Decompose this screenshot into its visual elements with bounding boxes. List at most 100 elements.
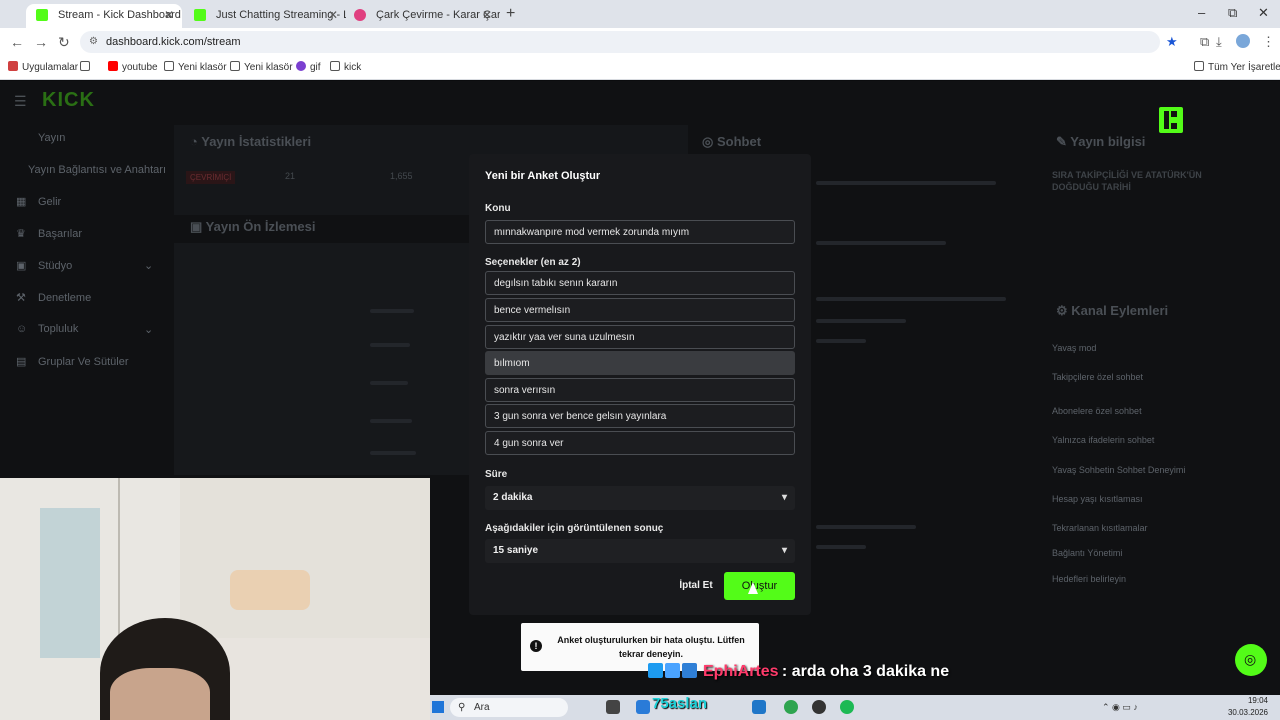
profile-avatar-icon[interactable]	[1236, 34, 1250, 48]
taskbar-search-placeholder: Ara	[474, 702, 490, 713]
follower-count: 1,655	[390, 171, 413, 181]
option-input-6[interactable]	[485, 404, 795, 428]
sidebar-item-yayin[interactable]: Yayın	[16, 132, 65, 144]
option-input-2[interactable]	[485, 298, 795, 322]
reload-icon[interactable]: ↻	[58, 34, 70, 50]
channel-action-item[interactable]: Hesap yaşı kısıtlaması	[1052, 494, 1143, 504]
kick-logo: KICK	[42, 89, 95, 111]
downloads-icon[interactable]: ⤓	[1216, 34, 1222, 50]
new-tab-button[interactable]: +	[506, 4, 515, 24]
bookmark-grid[interactable]	[80, 61, 94, 73]
bookmark-star-icon[interactable]: ★	[1166, 34, 1178, 50]
create-poll-button[interactable]: Oluştur	[724, 572, 795, 600]
chevron-down-icon: ▾	[781, 492, 787, 503]
tray-icons: ⌃ ◉ ▭ ♪	[1102, 702, 1138, 712]
store-icon[interactable]	[752, 700, 766, 714]
tab-kick-dashboard[interactable]: Stream - Kick Dashboard ✕	[26, 4, 182, 28]
sidebar-item-topluluk[interactable]: ☺ Topluluk ⌄	[16, 323, 153, 336]
option-input-7[interactable]	[485, 431, 795, 455]
support-button[interactable]: ◎	[1235, 644, 1267, 676]
option-input-1[interactable]	[485, 271, 795, 295]
channel-action-item[interactable]: Abonelere özel sohbet	[1052, 406, 1142, 416]
close-tab-icon[interactable]: ✕	[328, 4, 338, 26]
chat-message: : arda oha 3 dakika ne	[781, 663, 950, 680]
person-face	[110, 668, 210, 720]
channel-action-item[interactable]: Hedefleri belirleyin	[1052, 574, 1126, 584]
channel-action-item[interactable]: Yalnızca ifadelerin sohbet	[1052, 435, 1154, 445]
bookmark-youtube[interactable]: youtube	[108, 61, 158, 73]
bookmark-kick[interactable]: kick	[330, 61, 361, 73]
channel-action-item[interactable]: Takipçilere özel sohbet	[1052, 372, 1143, 382]
channel-action-item[interactable]: Bağlantı Yönetimi	[1052, 548, 1122, 558]
chat-icon: ◎	[702, 134, 717, 149]
pillow	[230, 570, 310, 610]
back-icon[interactable]: ←	[10, 34, 24, 50]
topic-input[interactable]	[485, 220, 795, 244]
option-input-3[interactable]	[485, 325, 795, 349]
status-badge: ÇEVRİMİÇİ	[186, 171, 236, 184]
sidebar-item-stream-key[interactable]: Yayın Bağlantısı ve Anahtarı	[28, 164, 166, 176]
chrome-icon[interactable]	[784, 700, 798, 714]
windows-start-icon[interactable]	[432, 701, 444, 713]
url-bar[interactable]: ⚙ dashboard.kick.com/stream	[80, 31, 1160, 53]
site-info-icon[interactable]: ⚙	[89, 31, 98, 53]
info-panel-title: ✎ Yayın bilgisi	[1056, 134, 1146, 149]
close-tab-icon[interactable]: ✕	[482, 4, 492, 26]
menu-kebab-icon[interactable]: ⋮	[1262, 34, 1275, 50]
result-display-label: Aşağıdakiler için görüntülenen sonuç	[485, 523, 664, 534]
mouse-cursor-icon	[748, 582, 758, 594]
kick-favicon-icon	[194, 9, 206, 21]
close-tab-icon[interactable]: ✕	[164, 4, 174, 26]
tab-cark-cevirme[interactable]: Çark Çevirme - Karar Çarkı ✕	[344, 4, 500, 28]
sidebar-item-gruplar[interactable]: ▤ Gruplar Ve Sütüler	[16, 355, 129, 368]
obs-icon[interactable]	[812, 700, 826, 714]
streamer-name-overlay: 75aslan	[652, 695, 708, 712]
channel-action-item[interactable]: Yavaş Sohbetin Sohbet Deneyimi	[1052, 465, 1185, 475]
forward-icon[interactable]: →	[34, 34, 48, 50]
studio-icon: ▣	[16, 260, 27, 272]
chat-username: EphiArtes	[703, 663, 779, 680]
bookmark-folder-1[interactable]: Yeni klasör	[164, 61, 227, 73]
url-text: dashboard.kick.com/stream	[106, 36, 241, 48]
taskbar-clock[interactable]: 19:04 30.03.2026	[1216, 695, 1268, 719]
chat-panel-title: ◎ Sohbet	[702, 134, 762, 149]
channel-action-item[interactable]: Yavaş mod	[1052, 343, 1096, 353]
cancel-button[interactable]: İptal Et	[672, 574, 720, 598]
clock-time: 19:04	[1247, 696, 1268, 705]
tab-just-chatting[interactable]: Just Chatting Streaming - Live S ✕	[184, 4, 346, 28]
topic-label: Konu	[485, 203, 511, 214]
users-icon: ☺	[16, 323, 28, 335]
sidebar-item-denetleme[interactable]: ⚒ Denetleme	[16, 291, 91, 304]
sidebar-item-basarilar[interactable]: ♛ Başarılar	[16, 227, 82, 240]
taskbar-search[interactable]: ⚲ Ara	[450, 698, 568, 717]
bookmark-apps[interactable]: Uygulamalar	[8, 61, 78, 73]
explorer-icon[interactable]	[636, 700, 650, 714]
extensions-icon[interactable]: ⧉	[1200, 34, 1209, 50]
taskview-icon[interactable]	[606, 700, 620, 714]
folder-icon	[230, 61, 240, 71]
option-input-4[interactable]	[485, 351, 795, 375]
verified-badge-icon	[648, 663, 663, 678]
clock-date: 30.03.2026	[1227, 708, 1268, 717]
sidebar-item-gelir[interactable]: ▦ Gelir	[16, 195, 61, 208]
create-poll-modal: Yeni bir Anket Oluştur Konu Seçenekler (…	[469, 154, 811, 615]
restore-button[interactable]: ⧉	[1228, 5, 1237, 21]
channel-action-item[interactable]: Tekrarlanan kısıtlamalar	[1052, 523, 1148, 533]
all-bookmarks[interactable]: Tüm Yer İşaretleri	[1194, 61, 1280, 73]
spotify-icon[interactable]	[840, 700, 854, 714]
chevron-down-icon: ⌄	[144, 260, 154, 272]
close-window-button[interactable]: ✕	[1258, 5, 1269, 21]
hamburger-icon[interactable]: ☰	[14, 93, 27, 110]
minimize-button[interactable]: –	[1198, 5, 1205, 20]
option-input-5[interactable]	[485, 378, 795, 402]
bookmark-folder-2[interactable]: Yeni klasör	[230, 61, 293, 73]
search-icon: ⚲	[458, 702, 466, 713]
bookmark-gif[interactable]: gif	[296, 61, 321, 73]
curtain	[40, 508, 100, 658]
result-display-select[interactable]: 15 saniye ▾	[485, 539, 795, 563]
sidebar-item-studyo[interactable]: ▣ Stüdyo ⌄	[16, 259, 153, 272]
duration-select[interactable]: 2 dakika ▾	[485, 486, 795, 510]
stream-title: SIRA TAKİPÇİLİĞİ VE ATATÜRK'ÜN DOĞDUĞU T…	[1052, 170, 1202, 192]
webcam-overlay	[0, 478, 430, 720]
toast-message: Anket oluşturulurken bir hata oluştu. Lü…	[557, 635, 745, 659]
